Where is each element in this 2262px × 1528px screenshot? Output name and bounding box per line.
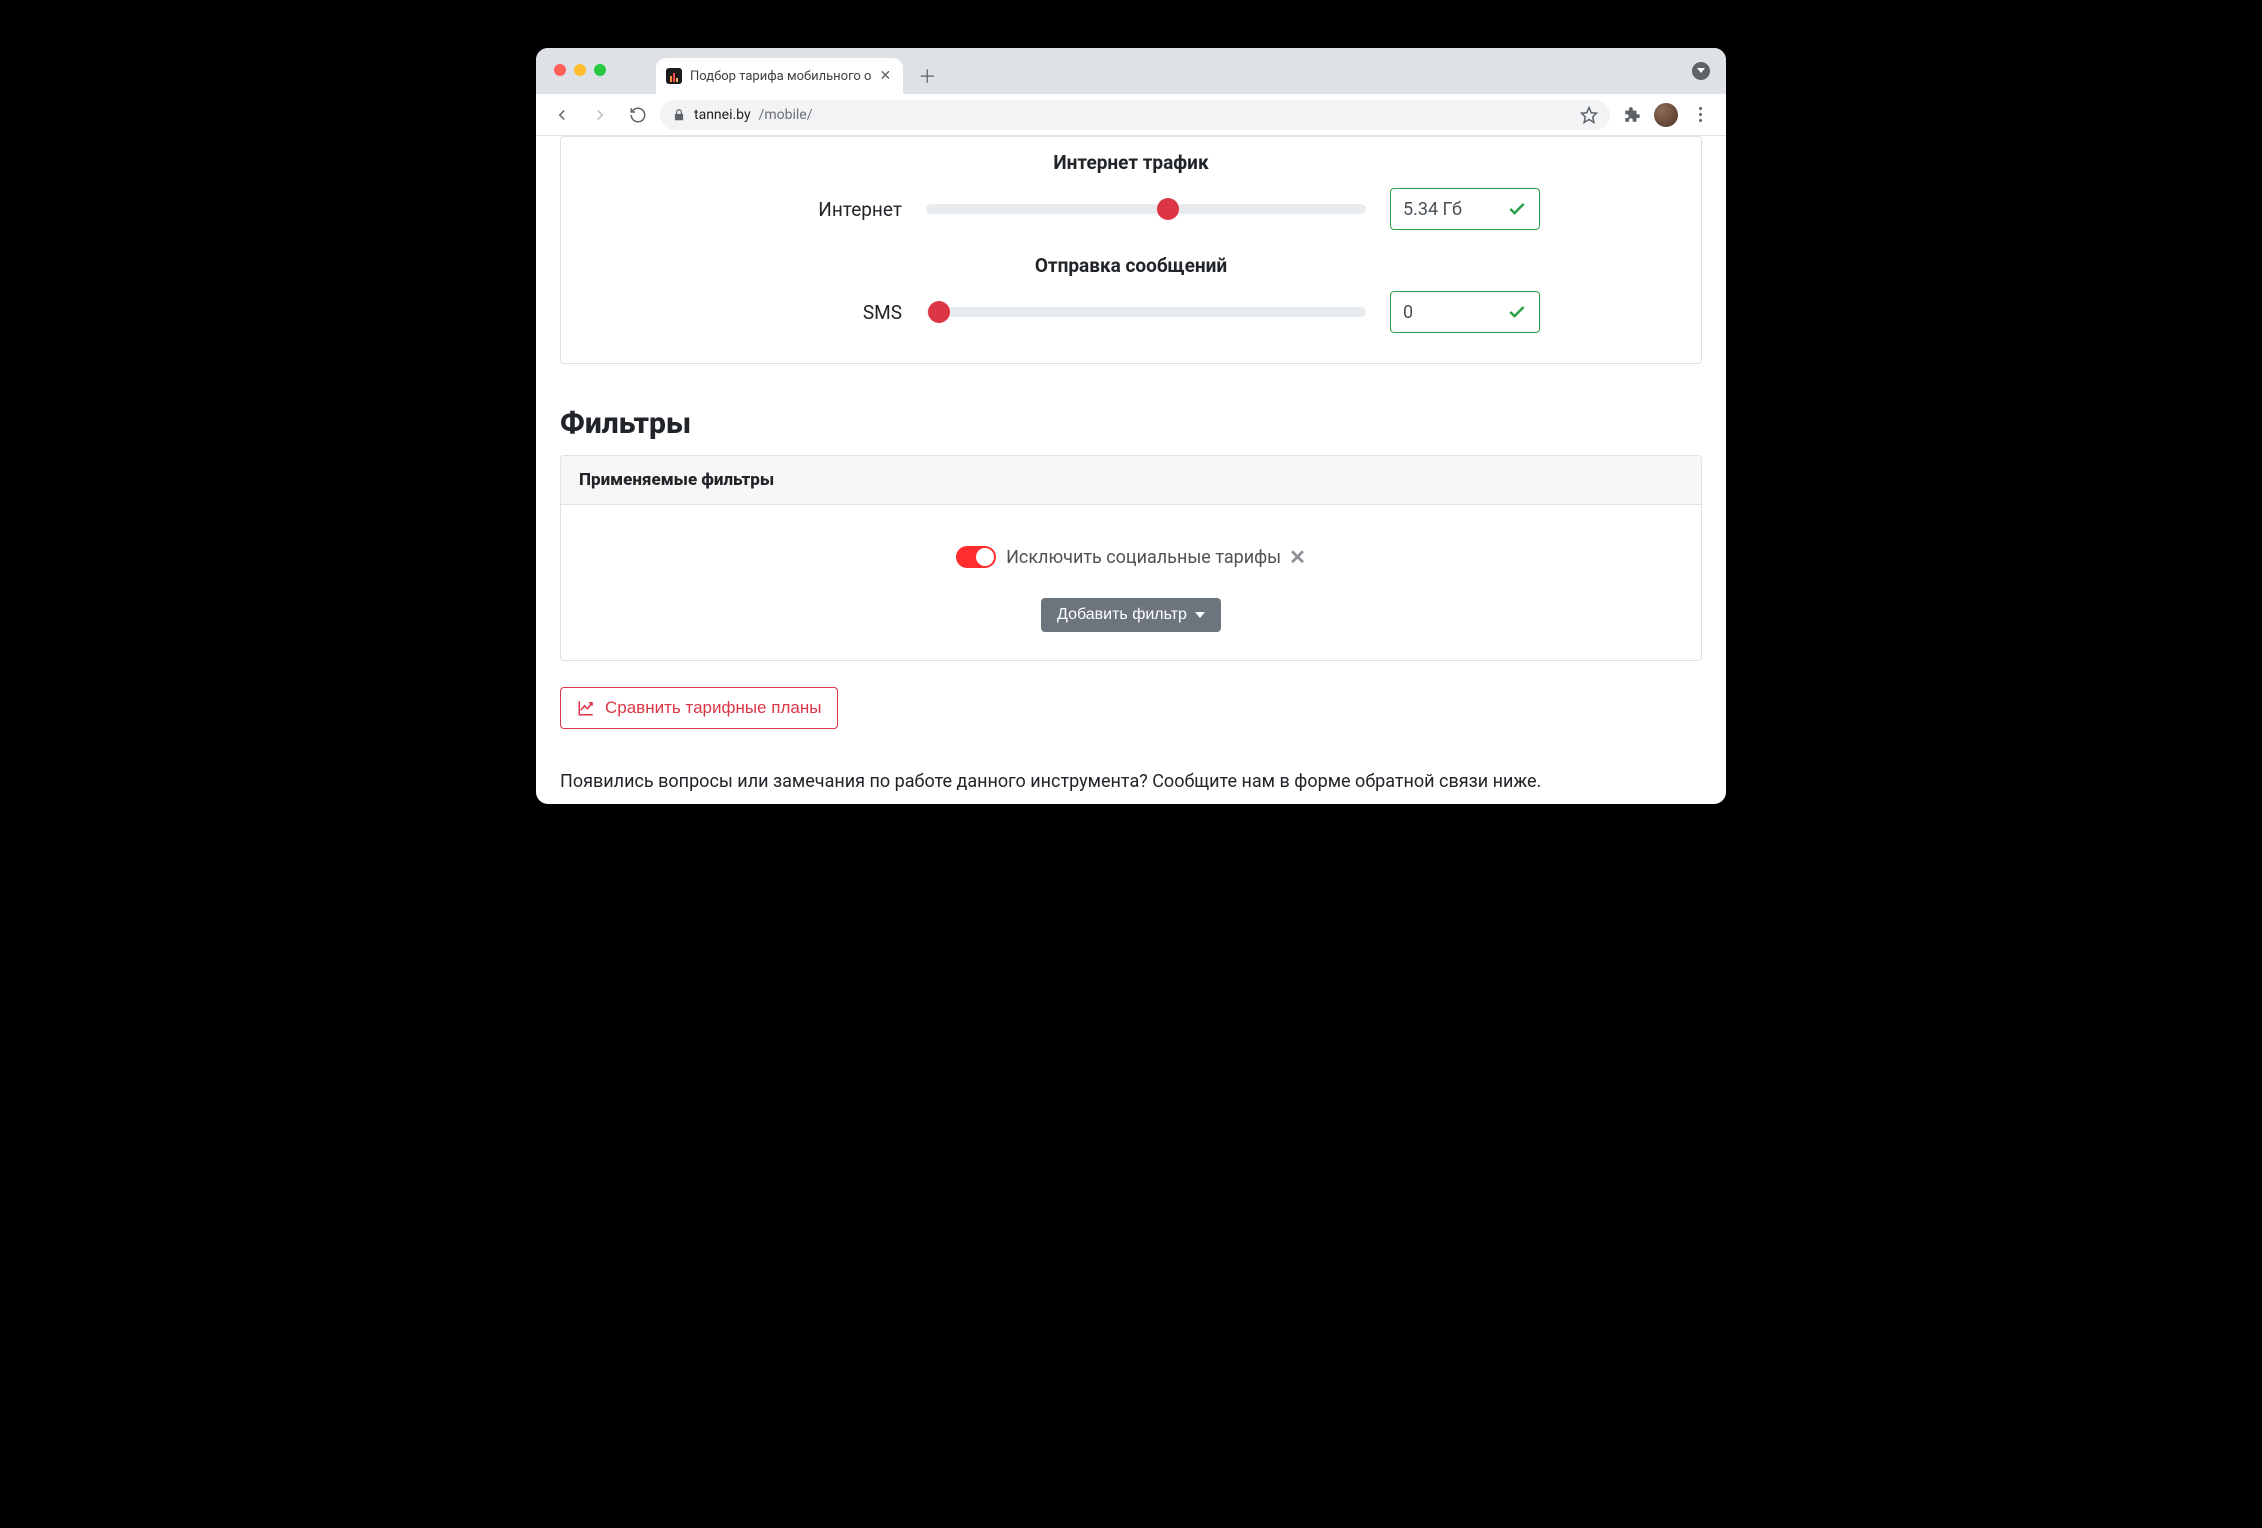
sms-heading: Отправка сообщений — [579, 254, 1683, 277]
nav-reload-button[interactable] — [622, 99, 654, 131]
url-domain: tannei.by — [694, 107, 751, 123]
applied-filters-heading: Применяемые фильтры — [561, 456, 1701, 505]
sms-value: 0 — [1403, 302, 1413, 323]
caret-down-icon — [1195, 612, 1205, 618]
filters-card: Применяемые фильтры Исключить социальные… — [560, 455, 1702, 661]
page-content: Интернет трафик Интернет 5.34 Гб Отправк… — [536, 136, 1726, 804]
internet-heading: Интернет трафик — [579, 151, 1683, 174]
add-filter-label: Добавить фильтр — [1057, 606, 1187, 624]
filter-chip-label: Исключить социальные тарифы — [1006, 547, 1281, 568]
nav-back-button[interactable] — [546, 99, 578, 131]
sms-value-box[interactable]: 0 — [1390, 291, 1540, 333]
add-filter-button[interactable]: Добавить фильтр — [1041, 598, 1221, 632]
bookmark-star-icon[interactable] — [1580, 106, 1598, 124]
extensions-icon[interactable] — [1616, 99, 1648, 131]
internet-slider-thumb[interactable] — [1157, 198, 1179, 220]
omnibox-actions — [1580, 106, 1598, 124]
new-tab-button[interactable]: ＋ — [913, 62, 941, 90]
filters-title: Фильтры — [560, 406, 1702, 441]
address-bar[interactable]: tannei.by/mobile/ — [660, 100, 1610, 130]
lock-icon — [672, 108, 686, 122]
compare-plans-button[interactable]: Сравнить тарифные планы — [560, 687, 838, 729]
filter-chip-exclude-social: Исключить социальные тарифы ✕ — [956, 545, 1306, 569]
internet-label: Интернет — [722, 198, 902, 221]
tab-title: Подбор тарифа мобильного о — [690, 69, 871, 84]
sms-label: SMS — [722, 301, 902, 324]
usage-card: Интернет трафик Интернет 5.34 Гб Отправк… — [560, 136, 1702, 364]
internet-value: 5.34 Гб — [1403, 199, 1462, 220]
browser-toolbar: tannei.by/mobile/ — [536, 94, 1726, 136]
check-icon — [1507, 302, 1527, 322]
filters-body: Исключить социальные тарифы ✕ Добавить ф… — [561, 505, 1701, 660]
remove-filter-icon[interactable]: ✕ — [1289, 545, 1306, 569]
footer-note: Появились вопросы или замечания по работ… — [560, 771, 1702, 792]
browser-menu-button[interactable] — [1684, 99, 1716, 131]
window-close-button[interactable] — [554, 64, 566, 76]
chart-line-icon — [577, 699, 595, 717]
sms-slider[interactable] — [926, 307, 1366, 317]
internet-row: Интернет 5.34 Гб — [579, 184, 1683, 234]
url-path: /mobile/ — [759, 107, 813, 123]
tab-strip: Подбор тарифа мобильного о ✕ ＋ — [536, 48, 1726, 94]
filter-toggle[interactable] — [956, 546, 996, 568]
compare-plans-label: Сравнить тарифные планы — [605, 698, 821, 718]
sms-row: SMS 0 — [579, 287, 1683, 337]
check-icon — [1507, 199, 1527, 219]
tab-favicon — [666, 68, 682, 84]
window-zoom-button[interactable] — [594, 64, 606, 76]
sms-slider-thumb[interactable] — [928, 301, 950, 323]
nav-forward-button[interactable] — [584, 99, 616, 131]
browser-tab[interactable]: Подбор тарифа мобильного о ✕ — [656, 58, 903, 94]
internet-slider[interactable] — [926, 204, 1366, 214]
browser-window: Подбор тарифа мобильного о ✕ ＋ tannei.by… — [536, 48, 1726, 804]
chrome-account-icon[interactable] — [1692, 62, 1710, 80]
window-minimize-button[interactable] — [574, 64, 586, 76]
tab-close-icon[interactable]: ✕ — [879, 69, 891, 83]
profile-avatar[interactable] — [1654, 103, 1678, 127]
window-controls — [554, 64, 606, 76]
internet-value-box[interactable]: 5.34 Гб — [1390, 188, 1540, 230]
